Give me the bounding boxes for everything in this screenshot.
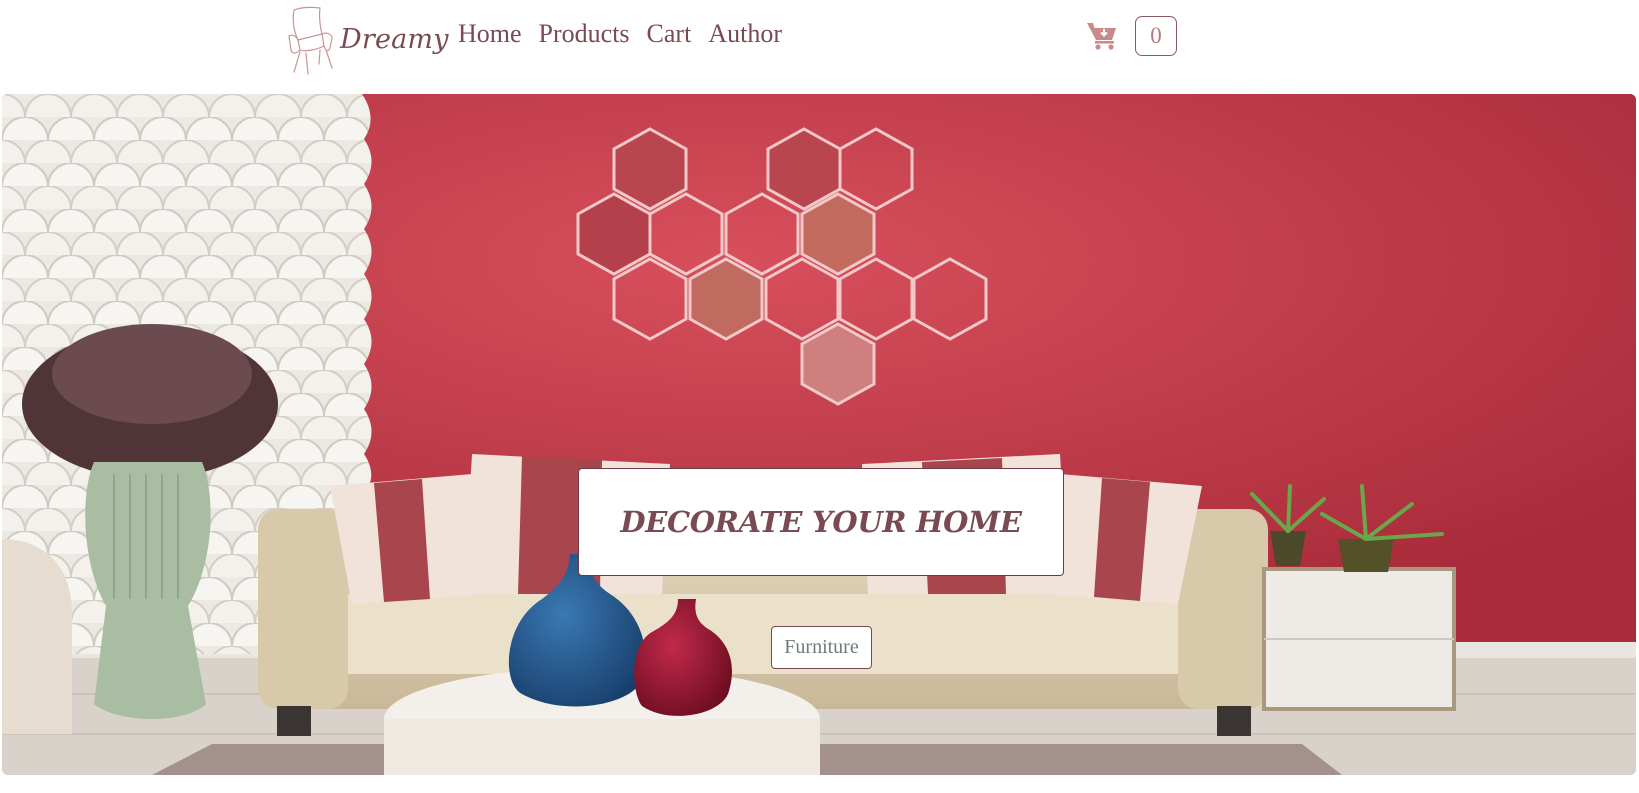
nav-cart-link[interactable]: Cart bbox=[647, 19, 692, 49]
tagline-box: DECORATE YOUR HOME bbox=[578, 468, 1064, 576]
nav-home-link[interactable]: Home bbox=[458, 19, 522, 49]
nav-author-link[interactable]: Author bbox=[708, 19, 782, 49]
hero-tagline: DECORATE YOUR HOME bbox=[620, 505, 1022, 539]
brand-name: Dreamy bbox=[340, 23, 449, 55]
cart-count-badge[interactable]: 0 bbox=[1135, 16, 1177, 56]
nav-menu: Home Products Cart Author bbox=[458, 19, 782, 49]
navbar: Dreamy Home Products Cart Author 0 bbox=[0, 0, 1639, 80]
armchair-icon bbox=[288, 6, 333, 75]
brand-logo[interactable]: Dreamy bbox=[286, 6, 449, 76]
living-room-photo bbox=[2, 94, 1636, 775]
furniture-button[interactable]: Furniture bbox=[771, 626, 872, 669]
cart-download-icon[interactable] bbox=[1086, 20, 1118, 50]
hero-banner: DECORATE YOUR HOME Furniture bbox=[2, 94, 1636, 775]
nav-products-link[interactable]: Products bbox=[539, 19, 630, 49]
